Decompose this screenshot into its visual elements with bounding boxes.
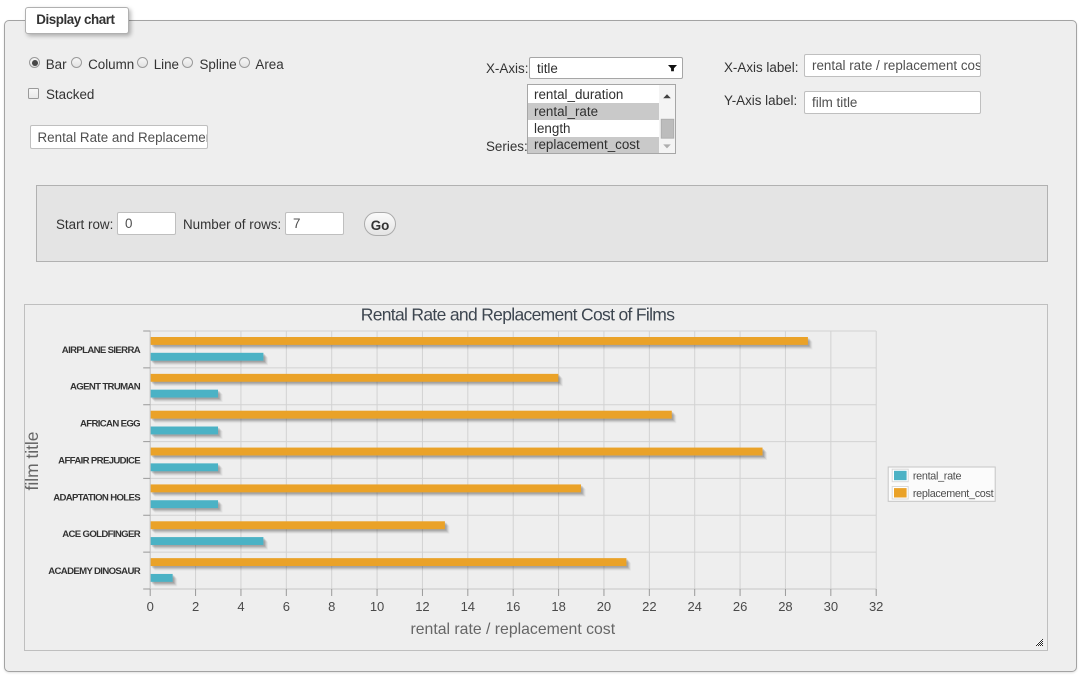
svg-text:0: 0 — [147, 599, 154, 614]
svg-text:24: 24 — [687, 599, 701, 614]
svg-text:2: 2 — [192, 599, 199, 614]
svg-text:4: 4 — [237, 599, 244, 614]
svg-text:AFFAIR PREJUDICE: AFFAIR PREJUDICE — [58, 455, 141, 466]
svg-text:rental_rate: rental_rate — [913, 471, 962, 483]
svg-text:18: 18 — [551, 599, 565, 614]
svg-text:film title: film title — [25, 432, 42, 491]
svg-text:AGENT TRUMAN: AGENT TRUMAN — [70, 382, 141, 393]
svg-text:8: 8 — [328, 599, 335, 614]
svg-text:ACADEMY DINOSAUR: ACADEMY DINOSAUR — [48, 566, 140, 577]
svg-text:32: 32 — [869, 599, 883, 614]
svg-text:ADAPTATION HOLES: ADAPTATION HOLES — [53, 492, 141, 503]
svg-text:28: 28 — [778, 599, 792, 614]
svg-text:replacement_cost: replacement_cost — [913, 488, 994, 500]
svg-text:26: 26 — [733, 599, 747, 614]
svg-text:12: 12 — [415, 599, 429, 614]
svg-text:AIRPLANE SIERRA: AIRPLANE SIERRA — [62, 345, 141, 356]
svg-text:AFRICAN EGG: AFRICAN EGG — [80, 419, 140, 430]
svg-text:ACE GOLDFINGER: ACE GOLDFINGER — [62, 529, 140, 540]
svg-text:Rental Rate and Replacement Co: Rental Rate and Replacement Cost of Film… — [361, 305, 675, 324]
svg-text:30: 30 — [824, 599, 838, 614]
svg-text:10: 10 — [370, 599, 384, 614]
svg-text:22: 22 — [642, 599, 656, 614]
svg-text:20: 20 — [597, 599, 611, 614]
svg-text:6: 6 — [283, 599, 290, 614]
svg-text:14: 14 — [461, 599, 475, 614]
svg-text:rental rate / replacement cost: rental rate / replacement cost — [411, 621, 616, 638]
svg-text:16: 16 — [506, 599, 520, 614]
